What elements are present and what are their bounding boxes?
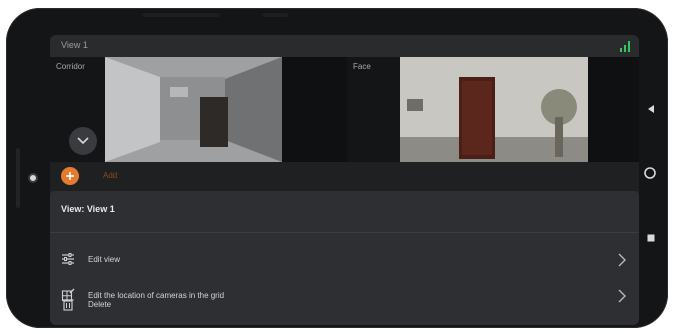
add-label: Add xyxy=(103,171,118,180)
trash-icon xyxy=(62,299,74,311)
camera-tile-corridor[interactable]: Corridor xyxy=(50,57,347,162)
sliders-icon xyxy=(62,253,74,265)
plus-icon xyxy=(66,172,74,180)
chevron-right-icon xyxy=(618,253,626,267)
sheet-title: View: View 1 xyxy=(61,204,115,214)
screen: View 1 Corridor Face Add View: View 1 Ed… xyxy=(50,35,639,325)
expand-button[interactable] xyxy=(69,127,97,155)
phone-frame: View 1 Corridor Face Add View: View 1 Ed… xyxy=(6,8,668,328)
side-button xyxy=(16,148,20,208)
menu-item-label: Delete xyxy=(88,300,112,309)
front-camera xyxy=(28,173,38,183)
add-row: Add xyxy=(50,162,639,190)
add-button[interactable] xyxy=(61,167,79,185)
camera-label-face: Face xyxy=(353,62,371,71)
recents-square-icon[interactable] xyxy=(646,233,656,243)
menu-item-edit-view[interactable]: Edit view xyxy=(50,246,639,274)
camera-tile-face[interactable]: Face xyxy=(347,57,639,162)
volume-button xyxy=(142,13,220,17)
menu-item-label: Edit view xyxy=(88,255,121,264)
home-circle-icon[interactable] xyxy=(643,166,657,180)
chevron-down-icon xyxy=(77,137,89,145)
view-header: View 1 xyxy=(50,35,639,57)
power-button xyxy=(262,13,288,17)
camera-feed-face xyxy=(347,57,639,162)
sheet-divider xyxy=(50,232,639,233)
camera-label-corridor: Corridor xyxy=(56,62,85,71)
back-triangle-icon[interactable] xyxy=(646,104,656,114)
view-title: View 1 xyxy=(61,40,88,50)
menu-item-delete-row[interactable]: Delete xyxy=(50,291,639,319)
signal-icon xyxy=(620,41,630,52)
camera-grid: Corridor Face xyxy=(50,57,639,162)
